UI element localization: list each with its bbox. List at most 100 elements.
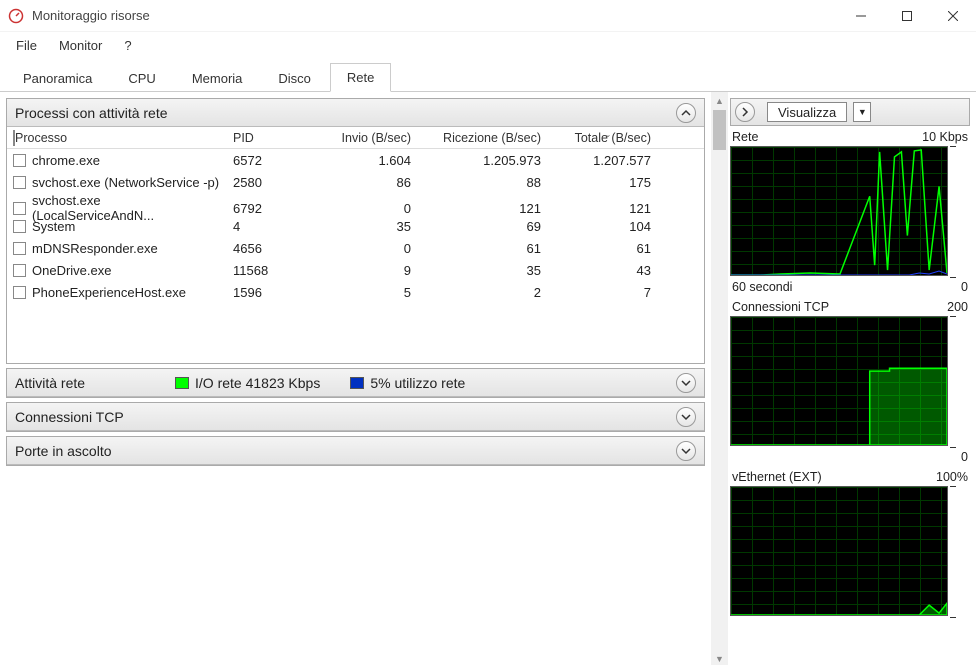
table-row[interactable]: svchost.exe (NetworkService -p) 258086881… [7, 171, 704, 193]
proc-name: svchost.exe (NetworkService -p) [32, 175, 219, 190]
tab-memoria[interactable]: Memoria [175, 64, 260, 92]
panel-tcp: Connessioni TCP [6, 402, 705, 432]
chart-foot-left: 60 secondi [732, 280, 792, 294]
menu-monitor[interactable]: Monitor [51, 36, 110, 55]
menu-help[interactable]: ? [116, 36, 139, 55]
chart-tcp: Connessioni TCP 200 0 [730, 300, 970, 464]
row-checkbox[interactable] [13, 202, 26, 215]
proc-name: mDNSResponder.exe [32, 241, 158, 256]
proc-recv: 69 [423, 219, 553, 234]
chart-scale: 10 Kbps [922, 130, 968, 144]
proc-total: 121 [553, 201, 663, 216]
menu-file[interactable]: File [8, 36, 45, 55]
proc-total: 43 [553, 263, 663, 278]
util-metric-label: 5% utilizzo rete [370, 375, 465, 391]
close-button[interactable] [930, 0, 976, 32]
panel-tcp-header[interactable]: Connessioni TCP [7, 403, 704, 431]
table-row[interactable]: PhoneExperienceHost.exe1596527 [7, 281, 704, 303]
row-checkbox[interactable] [13, 286, 26, 299]
proc-send: 9 [313, 263, 423, 278]
maximize-button[interactable] [884, 0, 930, 32]
proc-recv: 88 [423, 175, 553, 190]
app-icon [8, 8, 24, 24]
io-swatch-icon [175, 377, 189, 389]
visualizza-button[interactable]: Visualizza [767, 102, 847, 122]
proc-recv: 1.205.973 [423, 153, 553, 168]
proc-pid: 6572 [233, 153, 313, 168]
scroll-down-icon[interactable]: ▼ [711, 650, 728, 665]
proc-name: OneDrive.exe [32, 263, 111, 278]
chart-title: vEthernet (EXT) [732, 470, 822, 484]
proc-send: 1.604 [313, 153, 423, 168]
proc-send: 35 [313, 219, 423, 234]
tab-disco[interactable]: Disco [261, 64, 328, 92]
minimize-button[interactable] [838, 0, 884, 32]
chart-foot-right: 0 [961, 450, 968, 464]
proc-send: 86 [313, 175, 423, 190]
tab-rete[interactable]: Rete [330, 63, 391, 92]
proc-name: System [32, 219, 75, 234]
chart-canvas [730, 486, 948, 616]
panel-activity-header[interactable]: Attività rete I/O rete 41823 Kbps 5% uti… [7, 369, 704, 397]
collapse-icon[interactable] [676, 103, 696, 123]
vertical-scrollbar[interactable]: ▲ ▼ [711, 92, 728, 665]
proc-total: 7 [553, 285, 663, 300]
table-row[interactable]: OneDrive.exe1156893543 [7, 259, 704, 281]
panel-processes-title: Processi con attività rete [15, 105, 168, 121]
chart-title: Rete [732, 130, 758, 144]
scroll-thumb[interactable] [713, 110, 726, 150]
col-pid[interactable]: PID [233, 131, 313, 145]
panel-ports-header[interactable]: Porte in ascolto [7, 437, 704, 465]
proc-send: 5 [313, 285, 423, 300]
chart-scale: 100% [936, 470, 968, 484]
expand-icon[interactable] [676, 441, 696, 461]
row-checkbox[interactable] [13, 220, 26, 233]
left-pane: Processi con attività rete Processo PID … [0, 92, 711, 665]
panel-processes: Processi con attività rete Processo PID … [6, 98, 705, 364]
panel-tcp-title: Connessioni TCP [15, 409, 124, 425]
proc-pid: 4656 [233, 241, 313, 256]
table-row[interactable]: mDNSResponder.exe465606161 [7, 237, 704, 259]
table-row[interactable]: System43569104 [7, 215, 704, 237]
col-processo[interactable]: Processo [13, 131, 233, 145]
panel-ports: Porte in ascolto [6, 436, 705, 466]
panel-ports-title: Porte in ascolto [15, 443, 112, 459]
panel-activity-title: Attività rete [15, 375, 85, 391]
proc-recv: 2 [423, 285, 553, 300]
proc-pid: 4 [233, 219, 313, 234]
scroll-up-icon[interactable]: ▲ [711, 92, 728, 109]
expand-icon[interactable] [676, 407, 696, 427]
col-totale[interactable]: ⌄Totale (B/sec) [553, 131, 663, 145]
col-ricezione[interactable]: Ricezione (B/sec) [423, 131, 553, 145]
panel-activity: Attività rete I/O rete 41823 Kbps 5% uti… [6, 368, 705, 398]
chart-vethernet: vEthernet (EXT) 100% [730, 470, 970, 618]
row-checkbox[interactable] [13, 264, 26, 277]
tab-cpu[interactable]: CPU [111, 64, 172, 92]
tab-panoramica[interactable]: Panoramica [6, 64, 109, 92]
proc-recv: 61 [423, 241, 553, 256]
right-pane-header: Visualizza ▼ [730, 98, 970, 126]
row-checkbox[interactable] [13, 154, 26, 167]
collapse-right-button[interactable] [735, 102, 755, 122]
proc-pid: 2580 [233, 175, 313, 190]
row-checkbox[interactable] [13, 176, 26, 189]
window-title: Monitoraggio risorse [32, 8, 838, 23]
chart-canvas [730, 316, 948, 446]
proc-send: 0 [313, 201, 423, 216]
right-pane: Visualizza ▼ Rete 10 Kbps 60 seco [728, 92, 976, 665]
table-row[interactable]: svchost.exe (LocalServiceAndN...67920121… [7, 193, 704, 215]
panel-processes-header[interactable]: Processi con attività rete [7, 99, 704, 127]
row-checkbox[interactable] [13, 242, 26, 255]
menu-bar: File Monitor ? [0, 32, 976, 58]
io-metric-label: I/O rete 41823 Kbps [195, 375, 320, 391]
visualizza-dropdown[interactable]: ▼ [853, 102, 871, 122]
chart-title: Connessioni TCP [732, 300, 829, 314]
proc-pid: 6792 [233, 201, 313, 216]
proc-total: 1.207.577 [553, 153, 663, 168]
proc-total: 175 [553, 175, 663, 190]
chart-foot-right: 0 [961, 280, 968, 294]
table-row[interactable]: chrome.exe65721.6041.205.9731.207.577 [7, 149, 704, 171]
expand-icon[interactable] [676, 373, 696, 393]
tab-strip: Panoramica CPU Memoria Disco Rete [0, 58, 976, 92]
col-invio[interactable]: Invio (B/sec) [313, 131, 423, 145]
